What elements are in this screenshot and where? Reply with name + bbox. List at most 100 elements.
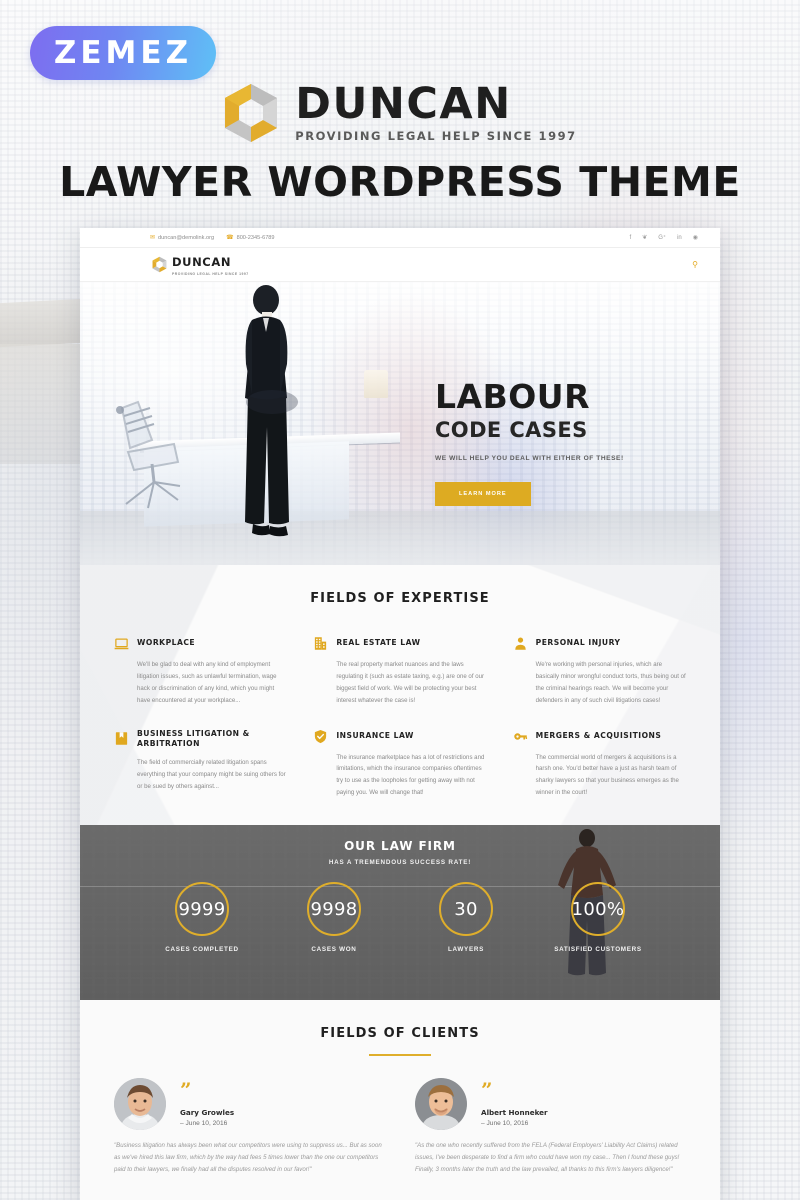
clients-title: FIELDS OF CLIENTS <box>320 1026 480 1041</box>
counter-lawyers: 30 LAWYERS <box>418 882 514 953</box>
expertise-item-header: PERSONAL INJURY <box>513 636 686 651</box>
topbar-contacts: ✉ duncan@demolink.org ☎ 800-2345-6789 <box>150 235 275 241</box>
zemez-label: ZEMEZ <box>53 35 193 71</box>
expertise-section: FIELDS OF EXPERTISE WORKPLACE We'll be g… <box>80 565 720 825</box>
site-logo[interactable]: DUNCAN PROVIDING LEGAL HELP SINCE 1997 <box>152 253 249 276</box>
counter-ring: 100% <box>571 882 625 936</box>
hero-businessman-silhouette <box>232 284 298 562</box>
laptop-icon <box>114 636 129 651</box>
expertise-item-personal-injury[interactable]: PERSONAL INJURY We're working with perso… <box>513 636 686 707</box>
testimonial-header: ” Gary Growles – June 10, 2016 <box>114 1078 385 1130</box>
expertise-item-name: MERGERS & ACQUISITIONS <box>535 730 662 740</box>
quote-icon: ” <box>481 1078 493 1102</box>
expertise-item-name: REAL ESTATE LAW <box>336 638 421 648</box>
expertise-item-text: The insurance marketplace has a lot of r… <box>336 753 485 797</box>
facebook-icon[interactable]: f <box>630 235 632 241</box>
search-icon[interactable]: ⚲ <box>692 260 698 269</box>
counters-section: OUR LAW FIRM HAS A TREMENDOUS SUCCESS RA… <box>80 825 720 1000</box>
person-icon <box>513 636 528 651</box>
building-icon <box>313 636 328 651</box>
topbar-social-links: f ❦ G⁺ in ◉ <box>630 234 698 242</box>
expertise-item-header: WORKPLACE <box>114 636 287 651</box>
expertise-item-real-estate-law[interactable]: REAL ESTATE LAW The real property market… <box>313 636 486 707</box>
counter-label: CASES COMPLETED <box>165 946 239 953</box>
hero-lead-text: WE WILL HELP YOU DEAL WITH EITHER OF THE… <box>435 454 624 462</box>
zemez-vendor-badge[interactable]: ZEMEZ <box>30 26 216 80</box>
promo-brand-tagline: PROVIDING LEGAL HELP SINCE 1997 <box>295 129 577 144</box>
counter-label: LAWYERS <box>447 946 485 953</box>
envelope-icon: ✉ <box>150 234 156 241</box>
learn-more-button[interactable]: LEARN MORE <box>435 481 531 506</box>
hero-title: LABOUR <box>435 377 590 416</box>
testimonial-gary-growles: ” Gary Growles – June 10, 2016 "Business… <box>114 1078 385 1177</box>
expertise-item-header: INSURANCE LAW <box>313 729 486 744</box>
expertise-item-text: The commercial world of mergers & acquis… <box>535 753 679 797</box>
expertise-title: FIELDS OF EXPERTISE <box>310 591 490 606</box>
promo-brand-text: DUNCAN PROVIDING LEGAL HELP SINCE 1997 <box>295 83 576 143</box>
shield-check-icon <box>313 729 328 744</box>
website-preview: ✉ duncan@demolink.org ☎ 800-2345-6789 f … <box>80 228 720 1200</box>
expertise-item-name: WORKPLACE <box>137 638 196 648</box>
counters-row: 9999 CASES COMPLETED 9998 CASES WON 30 L… <box>80 882 720 953</box>
expertise-item-header: MERGERS & ACQUISITIONS <box>513 729 686 744</box>
counter-value: 30 <box>454 898 478 920</box>
expertise-item-name: BUSINESS LITIGATION & ARBITRATION <box>137 728 250 748</box>
testimonial-meta: ” Gary Growles – June 10, 2016 <box>180 1078 234 1127</box>
hero-subtitle: CODE CASES <box>435 417 588 442</box>
testimonial-albert-honneker: ” Albert Honneker – June 10, 2016 "As th… <box>415 1078 686 1177</box>
counter-value: 9998 <box>310 898 358 920</box>
topbar-phone[interactable]: ☎ 800-2345-6789 <box>226 235 274 241</box>
topbar-email[interactable]: ✉ duncan@demolink.org <box>150 235 214 241</box>
duncan-cube-logo-icon-small <box>152 256 167 273</box>
linkedin-icon[interactable]: in <box>677 235 682 241</box>
site-brand-text: DUNCAN PROVIDING LEGAL HELP SINCE 1997 <box>172 253 249 276</box>
bookmark-icon <box>114 731 129 746</box>
expertise-item-mergers-acquisitions[interactable]: MERGERS & ACQUISITIONS The commercial wo… <box>513 729 686 800</box>
avatar <box>114 1078 166 1130</box>
site-header: DUNCAN PROVIDING LEGAL HELP SINCE 1997 ⚲ <box>80 248 720 282</box>
avatar <box>415 1078 467 1130</box>
promo-brand-lockup: DUNCAN PROVIDING LEGAL HELP SINCE 1997 <box>0 82 800 144</box>
expertise-item-header: REAL ESTATE LAW <box>313 636 486 651</box>
site-brand-name: DUNCAN <box>172 255 232 269</box>
clients-title-divider <box>369 1054 431 1056</box>
phone-icon: ☎ <box>226 234 234 241</box>
rss-icon[interactable]: ◉ <box>693 234 698 241</box>
testimonial-author-name: Gary Growles <box>180 1108 235 1117</box>
promo-brand-name: DUNCAN <box>295 79 512 130</box>
counter-ring: 9999 <box>175 882 229 936</box>
page-title: LAWYER WORDPRESS THEME <box>59 158 741 206</box>
counter-value: 100% <box>571 898 625 920</box>
hero-copy: LABOUR CODE CASES WE WILL HELP YOU DEAL … <box>435 377 700 506</box>
counters-title: OUR LAW FIRM <box>344 839 456 853</box>
site-topbar: ✉ duncan@demolink.org ☎ 800-2345-6789 f … <box>80 228 720 248</box>
topbar-phone-text: 800-2345-6789 <box>236 234 275 241</box>
twitter-icon[interactable]: ❦ <box>642 234 647 241</box>
counter-cases-completed: 9999 CASES COMPLETED <box>154 882 250 953</box>
expertise-item-text: We're working with personal injuries, wh… <box>535 661 686 704</box>
expertise-item-name: INSURANCE LAW <box>336 730 414 740</box>
expertise-item-workplace[interactable]: WORKPLACE We'll be glad to deal with any… <box>114 636 287 707</box>
hero-office-chair <box>108 400 188 520</box>
counter-label: CASES WON <box>311 946 357 953</box>
testimonial-author-name: Albert Honneker <box>481 1108 548 1117</box>
duncan-cube-logo-icon <box>223 82 279 144</box>
testimonial-text: "Business litigation has always been wha… <box>114 1142 382 1174</box>
testimonial-meta: ” Albert Honneker – June 10, 2016 <box>481 1078 548 1127</box>
counter-satisfied-customers: 100% SATISFIED CUSTOMERS <box>550 882 646 953</box>
expertise-item-name: PERSONAL INJURY <box>535 638 621 648</box>
key-icon <box>513 729 528 744</box>
testimonial-text: "As the one who recently suffered from t… <box>415 1142 680 1174</box>
counter-cases-won: 9998 CASES WON <box>286 882 382 953</box>
expertise-item-text: The field of commercially related litiga… <box>137 759 286 790</box>
testimonials-grid: ” Gary Growles – June 10, 2016 "Business… <box>80 1078 720 1177</box>
google-plus-icon[interactable]: G⁺ <box>658 234 666 241</box>
hero-lamp <box>364 370 388 398</box>
expertise-item-text: We'll be glad to deal with any kind of e… <box>137 661 277 704</box>
expertise-item-business-litigation[interactable]: BUSINESS LITIGATION & ARBITRATION The fi… <box>114 729 287 800</box>
expertise-item-insurance-law[interactable]: INSURANCE LAW The insurance marketplace … <box>313 729 486 800</box>
clients-section: FIELDS OF CLIENTS ” Gary Growles – June … <box>80 1000 720 1200</box>
counter-ring: 9998 <box>307 882 361 936</box>
expertise-item-header: BUSINESS LITIGATION & ARBITRATION <box>114 729 287 750</box>
site-brand-tagline: PROVIDING LEGAL HELP SINCE 1997 <box>172 272 249 276</box>
